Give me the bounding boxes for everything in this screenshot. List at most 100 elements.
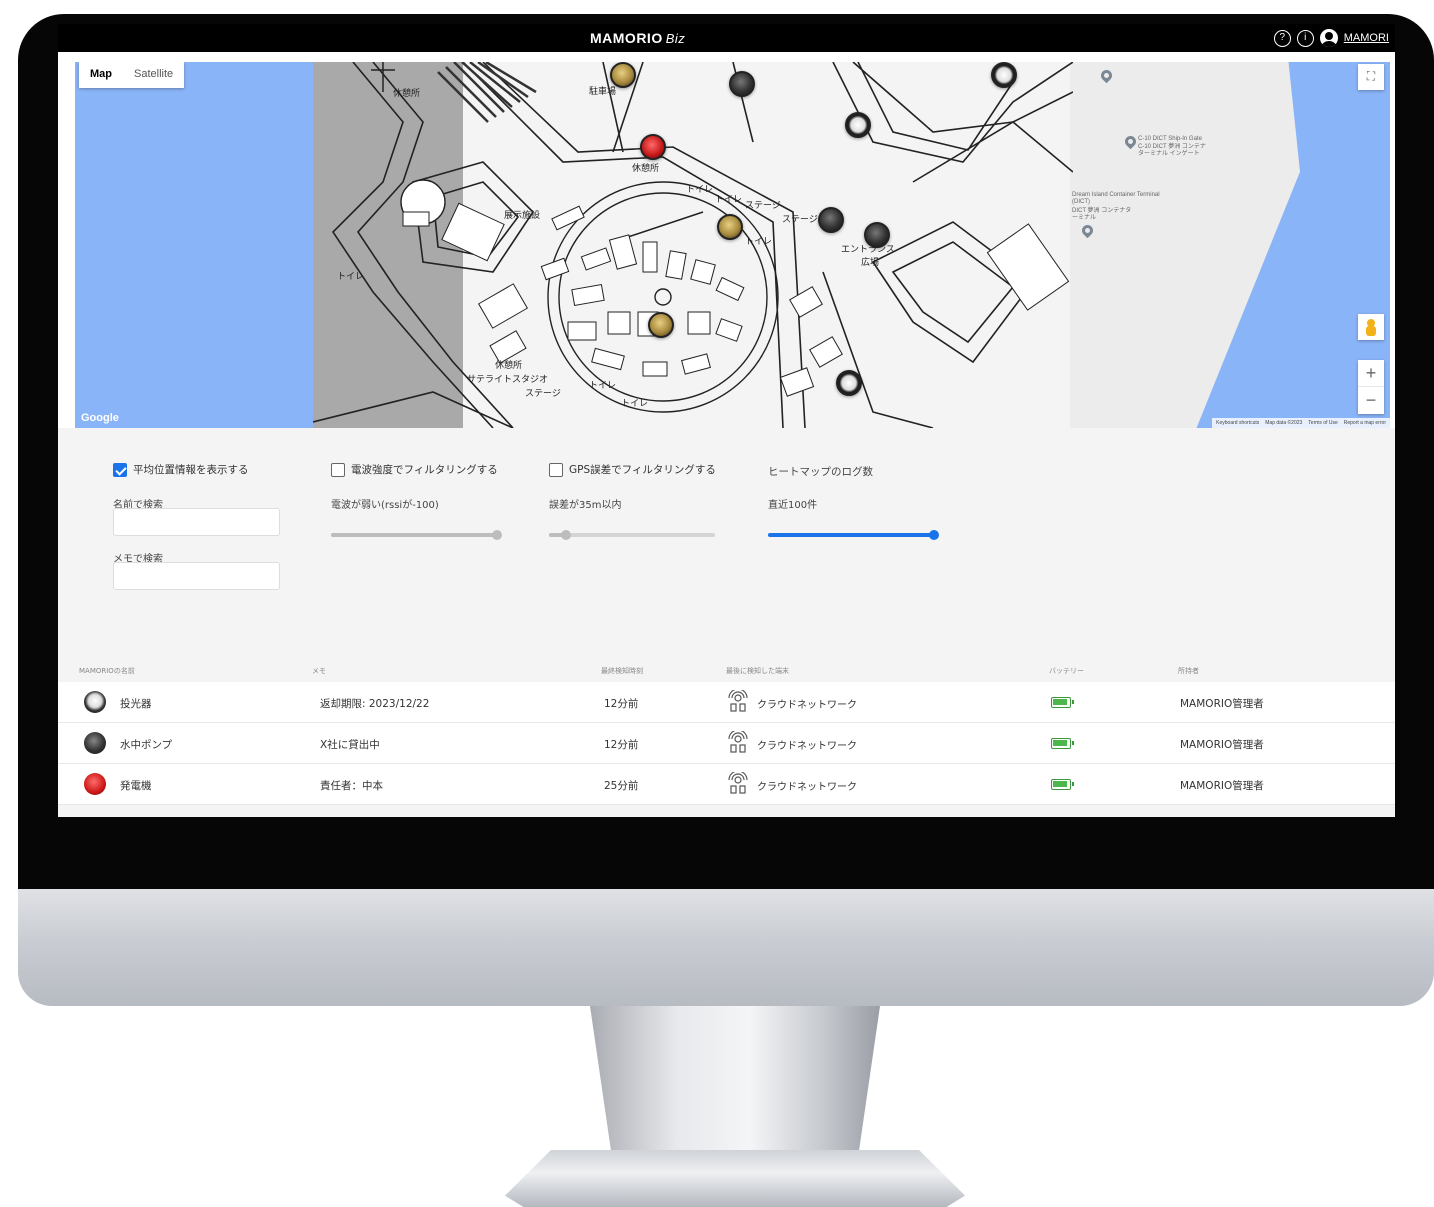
device-table: MAMORIOの名前 メモ 最終検知時刻 最後に検知した端末 バッテリー 所持者… — [58, 653, 1395, 817]
map-label: サテライトスタジオ — [467, 375, 549, 385]
table-row[interactable]: 投光器 返却期限: 2023/12/22 12分前 クラウドネットワーク MAM… — [58, 682, 1395, 723]
heatmap-slider-thumb[interactable] — [929, 530, 939, 540]
battery-full-icon — [1051, 738, 1074, 749]
monitor-stand-neck — [590, 1006, 880, 1166]
map-label: トイレ — [337, 272, 365, 282]
top-bar: MAMORIO Biz ? i MAMORI — [58, 24, 1395, 52]
map-label: 休憩所 — [495, 361, 523, 371]
column-header-time[interactable]: 最終検知時刻 — [601, 666, 643, 676]
row-owner: MAMORIO管理者 — [1180, 698, 1264, 710]
monitor-chin — [18, 889, 1434, 1006]
map-pin-icon[interactable] — [1082, 225, 1093, 240]
heatmap-title: ヒートマップのログ数 — [768, 466, 873, 478]
search-memo-input[interactable] — [113, 562, 280, 590]
map-label: 休憩所 — [393, 89, 421, 99]
row-time: 25分前 — [604, 780, 639, 792]
row-time: 12分前 — [604, 739, 639, 751]
zoom-out-button[interactable]: − — [1358, 387, 1384, 414]
device-marker-icon[interactable] — [991, 62, 1017, 88]
map-label: トイレ — [589, 381, 617, 391]
fullscreen-icon[interactable]: ⛶ — [1358, 64, 1384, 90]
monitor-stand-base — [505, 1150, 965, 1207]
map-pin-icon[interactable] — [1125, 136, 1136, 151]
device-marker-icon[interactable] — [864, 222, 890, 248]
device-marker-icon[interactable] — [818, 207, 844, 233]
gps-filter-label: GPS誤差でフィルタリングする — [569, 464, 716, 476]
signal-filter-checkbox[interactable] — [331, 462, 345, 477]
column-header-owner[interactable]: 所持者 — [1178, 666, 1199, 676]
top-icons: ? i MAMORI — [1273, 29, 1389, 47]
row-memo: 返却期限: 2023/12/22 — [320, 698, 430, 710]
map-data-text: Map data ©2023 — [1265, 420, 1303, 426]
device-dark-icon — [84, 732, 106, 754]
signal-value-label: 電波が弱い(rssiが-100) — [331, 500, 439, 511]
gps-filter-checkbox[interactable] — [549, 462, 563, 477]
device-marker-icon[interactable] — [836, 370, 862, 396]
row-time: 12分前 — [604, 698, 639, 710]
signal-slider-thumb[interactable] — [492, 530, 502, 540]
table-row[interactable]: 水中ポンプ X社に貸出中 12分前 クラウドネットワーク MAMORIO管理者 — [58, 723, 1395, 764]
device-marker-icon[interactable] — [640, 134, 666, 160]
device-marker-icon[interactable] — [610, 62, 636, 88]
signal-filter-checkbox-row[interactable]: 電波強度でフィルタリングする — [331, 462, 498, 477]
keyboard-shortcuts-link[interactable]: Keyboard shortcuts — [1216, 420, 1259, 426]
device-marker-icon[interactable] — [729, 71, 755, 97]
row-name: 投光器 — [120, 698, 152, 710]
cloud-network-icon — [728, 772, 748, 794]
battery-full-icon — [1051, 779, 1074, 790]
row-name: 水中ポンプ — [120, 739, 173, 751]
gps-value-label: 誤差が35m以内 — [549, 500, 622, 511]
row-device: クラウドネットワーク — [757, 741, 857, 752]
user-avatar-icon[interactable] — [1319, 29, 1338, 47]
column-header-memo[interactable]: メモ — [312, 666, 326, 676]
map-label: トイレ — [715, 195, 743, 205]
gps-slider-thumb[interactable] — [560, 530, 571, 540]
help-icon[interactable]: ? — [1273, 29, 1291, 47]
battery-full-icon — [1051, 697, 1074, 708]
signal-slider[interactable] — [331, 530, 502, 540]
map-label: トイレ — [621, 399, 649, 409]
column-header-name[interactable]: MAMORIOの名前 — [79, 666, 135, 676]
map-label: 駐車場 — [589, 87, 617, 97]
device-marker-icon[interactable] — [845, 112, 871, 138]
map-label: 広場 — [861, 258, 880, 268]
search-name-input[interactable] — [113, 508, 280, 536]
column-header-device[interactable]: 最後に検知した端末 — [726, 666, 789, 676]
device-marker-icon[interactable] — [717, 214, 743, 240]
poi-sublabel: DICT 夢洲 コンテナターミナル — [1072, 208, 1132, 221]
row-name: 発電機 — [120, 780, 152, 792]
poi-label: C-10 DICT Ship-In Gate — [1138, 136, 1202, 142]
map-pin-icon[interactable] — [1101, 70, 1112, 85]
terms-link[interactable]: Terms of Use — [1308, 420, 1337, 426]
table-row[interactable]: 発電機 責任者：中本 25分前 クラウドネットワーク MAMORIO管理者 — [58, 764, 1395, 805]
info-icon[interactable]: i — [1296, 29, 1314, 47]
map-label: ステージ — [782, 215, 818, 225]
avg-position-label: 平均位置情報を表示する — [133, 464, 249, 476]
map-type-control: Map Satellite — [79, 62, 185, 88]
user-name-link[interactable]: MAMORI — [1344, 32, 1389, 44]
gps-slider[interactable] — [549, 530, 715, 540]
map-label: トイレ — [686, 185, 714, 195]
zoom-control: + − — [1358, 360, 1384, 414]
zoom-in-button[interactable]: + — [1358, 360, 1384, 387]
map-type-satellite-button[interactable]: Satellite — [123, 62, 184, 88]
row-device: クラウドネットワーク — [757, 782, 857, 793]
poi-label: Dream Island Container Terminal (DICT) — [1072, 192, 1160, 205]
column-header-battery[interactable]: バッテリー — [1049, 666, 1084, 676]
report-error-link[interactable]: Report a map error — [1344, 420, 1386, 426]
table-header: MAMORIOの名前 メモ 最終検知時刻 最後に検知した端末 バッテリー 所持者 — [58, 653, 1395, 681]
street-view-pegman-icon[interactable] — [1358, 314, 1384, 340]
app-screen: MAMORIO Biz ? i MAMORI 休憩所 駐車場 休憩所 トイレ ト… — [58, 24, 1395, 817]
device-marker-icon[interactable] — [648, 312, 674, 338]
map-view[interactable]: 休憩所 駐車場 休憩所 トイレ トイレ ステージ ステージ 展示施設 トイレ ト… — [75, 62, 1390, 428]
heatmap-value-label: 直近100件 — [768, 500, 818, 511]
avg-position-checkbox-row[interactable]: 平均位置情報を表示する — [113, 462, 249, 477]
heatmap-slider[interactable] — [768, 530, 939, 540]
filter-panel: 平均位置情報を表示する 電波強度でフィルタリングする GPS誤差でフィルタリング… — [58, 428, 1395, 653]
map-attribution: Keyboard shortcuts Map data ©2023 Terms … — [1212, 418, 1390, 428]
map-type-map-button[interactable]: Map — [79, 62, 123, 88]
cloud-network-icon — [728, 731, 748, 753]
gps-filter-checkbox-row[interactable]: GPS誤差でフィルタリングする — [549, 462, 716, 477]
avg-position-checkbox[interactable] — [113, 462, 127, 477]
map-label: 展示施設 — [504, 211, 541, 221]
